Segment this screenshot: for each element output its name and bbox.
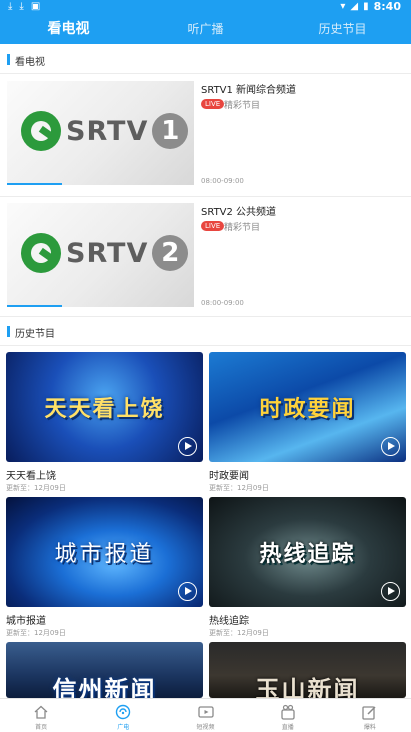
channel-thumbnail[interactable]: SRTV 2 bbox=[7, 203, 194, 307]
program-thumbnail[interactable]: 时政要闻 bbox=[209, 352, 406, 462]
play-icon[interactable] bbox=[178, 582, 197, 601]
channel-item-srtv2[interactable]: SRTV 2 SRTV2 公共频道 LIVE 精彩节目 08:00-09:00 bbox=[0, 203, 411, 315]
channel-thumbnail[interactable]: SRTV 1 bbox=[7, 81, 194, 185]
live-badge: LIVE bbox=[201, 221, 225, 231]
program-name: 精彩节目 bbox=[224, 223, 261, 233]
section-title: 历史节目 bbox=[15, 329, 55, 340]
program-thumbnail[interactable]: 玉山新闻 bbox=[209, 642, 406, 698]
program-time: 08:00-09:00 bbox=[201, 177, 244, 185]
divider bbox=[0, 345, 411, 346]
logo-emblem-icon bbox=[21, 111, 61, 151]
bottom-nav-bar: 首页 广电 短视频 直播 爆料 bbox=[0, 698, 411, 732]
program-card[interactable]: 玉山新闻 bbox=[209, 642, 406, 698]
channel-name: SRTV1 新闻综合频道 bbox=[201, 85, 297, 96]
program-thumbnail[interactable]: 天天看上饶 bbox=[6, 352, 203, 462]
signal-icon: ◢ bbox=[350, 1, 359, 12]
tab-watch-tv[interactable]: 看电视 bbox=[0, 14, 137, 44]
play-icon[interactable] bbox=[381, 582, 400, 601]
download-icon: ⤓ bbox=[8, 1, 13, 12]
download-icon: ⤓ bbox=[19, 1, 24, 12]
program-card[interactable]: 天天看上饶 天天看上饶 更新至：12月09日 bbox=[6, 352, 203, 493]
program-title: 时政要闻 bbox=[209, 471, 249, 482]
app-notification-icon: ▣ bbox=[30, 1, 41, 12]
program-card[interactable]: 热线追踪 热线追踪 更新至：12月09日 bbox=[209, 497, 406, 638]
program-card[interactable]: 信州新闻 bbox=[6, 642, 203, 698]
program-title: 热线追踪 bbox=[209, 616, 249, 627]
program-updated: 更新至：12月09日 bbox=[6, 629, 66, 637]
tv-section-header: 看电视 bbox=[0, 46, 411, 74]
live-tv-icon bbox=[247, 702, 329, 722]
status-time: 8:40 bbox=[373, 0, 401, 13]
bottom-nav-home[interactable]: 首页 bbox=[0, 699, 82, 732]
tab-radio[interactable]: 听广播 bbox=[137, 14, 274, 44]
program-time: 08:00-09:00 bbox=[201, 299, 244, 307]
history-section-header: 历史节目 bbox=[0, 318, 411, 346]
wifi-icon: ▾ bbox=[340, 1, 346, 12]
program-thumbnail[interactable]: 热线追踪 bbox=[209, 497, 406, 607]
channel-item-srtv1[interactable]: SRTV 1 SRTV1 新闻综合频道 LIVE 精彩节目 08:00-09:0… bbox=[0, 81, 411, 193]
tab-history[interactable]: 历史节目 bbox=[274, 14, 411, 44]
program-updated: 更新至：12月09日 bbox=[6, 484, 66, 492]
section-accent-bar bbox=[7, 54, 10, 65]
bottom-nav-report[interactable]: 爆料 bbox=[329, 699, 411, 732]
playback-progress bbox=[7, 183, 62, 185]
channel-logo: SRTV 1 bbox=[21, 111, 189, 151]
program-updated: 更新至：12月09日 bbox=[209, 629, 269, 637]
home-icon bbox=[0, 702, 82, 722]
channel-name: SRTV2 公共频道 bbox=[201, 207, 277, 218]
play-icon[interactable] bbox=[178, 437, 197, 456]
logo-emblem-icon bbox=[21, 233, 61, 273]
bottom-nav-broadcast[interactable]: 广电 bbox=[82, 699, 164, 732]
program-card[interactable]: 城市报道 城市报道 更新至：12月09日 bbox=[6, 497, 203, 638]
program-title: 天天看上饶 bbox=[6, 471, 56, 482]
program-updated: 更新至：12月09日 bbox=[209, 484, 269, 492]
top-tab-bar: 看电视 听广播 历史节目 bbox=[0, 14, 411, 44]
divider bbox=[0, 73, 411, 74]
program-thumbnail[interactable]: 信州新闻 bbox=[6, 642, 203, 698]
broadcast-icon bbox=[82, 702, 164, 722]
program-thumbnail[interactable]: 城市报道 bbox=[6, 497, 203, 607]
program-card[interactable]: 时政要闻 时政要闻 更新至：12月09日 bbox=[209, 352, 406, 493]
status-bar: ⤓ ⤓ ▣ ▾ ◢ ▮ 8:40 bbox=[0, 0, 411, 14]
channel-logo: SRTV 2 bbox=[21, 233, 189, 273]
video-icon bbox=[164, 702, 246, 722]
playback-progress bbox=[7, 305, 62, 307]
section-accent-bar bbox=[7, 326, 10, 337]
section-title: 看电视 bbox=[15, 57, 45, 68]
bottom-nav-short-video[interactable]: 短视频 bbox=[164, 699, 246, 732]
edit-icon bbox=[329, 702, 411, 722]
live-badge: LIVE bbox=[201, 99, 225, 109]
bottom-nav-live[interactable]: 直播 bbox=[247, 699, 329, 732]
play-icon[interactable] bbox=[381, 437, 400, 456]
battery-icon: ▮ bbox=[363, 1, 369, 12]
program-name: 精彩节目 bbox=[224, 101, 261, 111]
divider bbox=[0, 196, 411, 197]
divider bbox=[0, 316, 411, 317]
program-title: 城市报道 bbox=[6, 616, 46, 627]
